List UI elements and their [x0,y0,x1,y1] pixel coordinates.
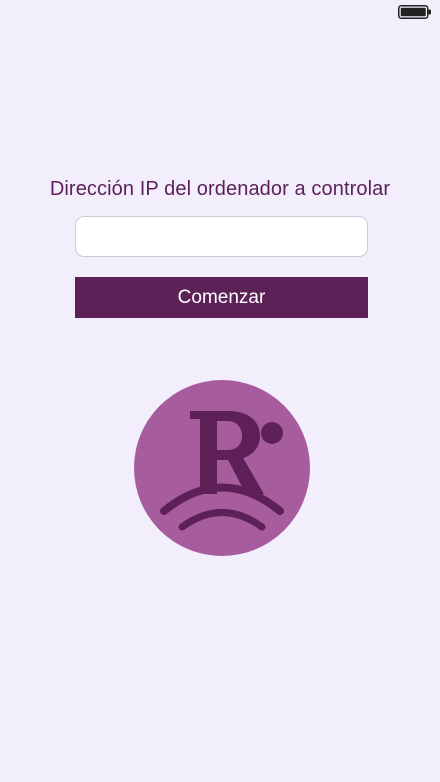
logo-dot [261,422,283,444]
logo-circle [134,380,310,556]
status-bar [0,0,440,24]
ip-address-input[interactable] [75,216,368,257]
ip-address-label: Dirección IP del ordenador a controlar [49,178,391,200]
battery-icon [398,5,431,19]
app-logo-icon [134,380,310,556]
start-button[interactable]: Comenzar [75,277,368,318]
